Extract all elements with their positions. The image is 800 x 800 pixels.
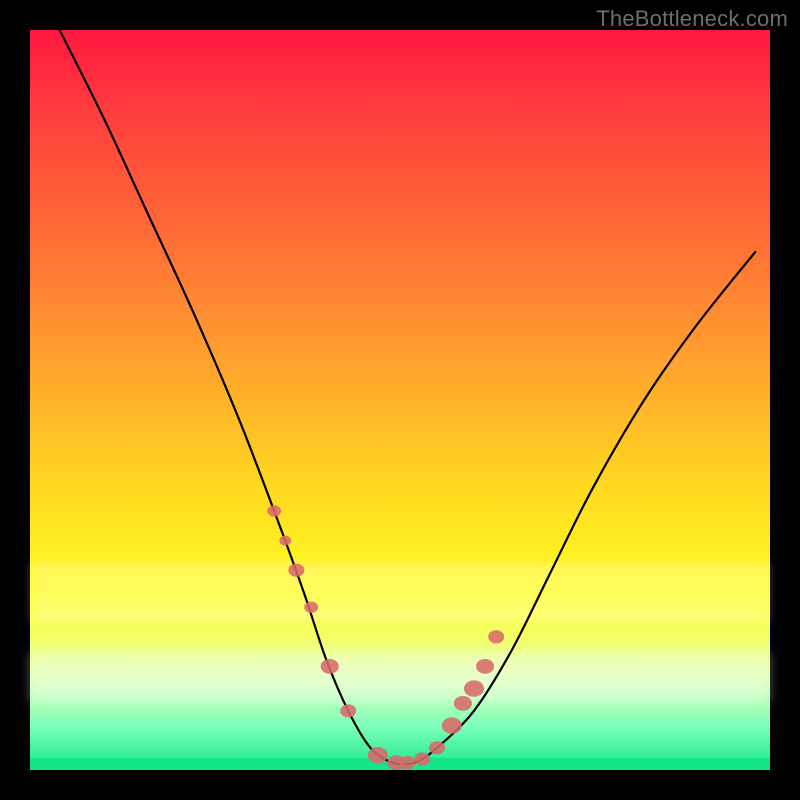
marker-dot bbox=[399, 756, 415, 769]
marker-dot bbox=[488, 630, 504, 643]
marker-dot bbox=[368, 747, 388, 763]
marker-dot bbox=[429, 741, 445, 754]
marker-dot bbox=[414, 752, 430, 765]
marker-dot bbox=[304, 601, 318, 612]
marker-dots bbox=[267, 505, 504, 770]
marker-dot bbox=[464, 680, 484, 696]
outer-frame: TheBottleneck.com bbox=[0, 0, 800, 800]
bottleneck-curve bbox=[60, 30, 756, 764]
marker-dot bbox=[442, 717, 462, 733]
marker-dot bbox=[288, 564, 304, 577]
marker-dot bbox=[340, 704, 356, 717]
marker-dot bbox=[476, 659, 494, 674]
watermark-text: TheBottleneck.com bbox=[596, 6, 788, 32]
marker-dot bbox=[267, 505, 281, 516]
plot-area bbox=[30, 30, 770, 770]
curve-svg bbox=[30, 30, 770, 770]
marker-dot bbox=[321, 659, 339, 674]
marker-dot bbox=[279, 536, 291, 546]
marker-dot bbox=[454, 696, 472, 711]
